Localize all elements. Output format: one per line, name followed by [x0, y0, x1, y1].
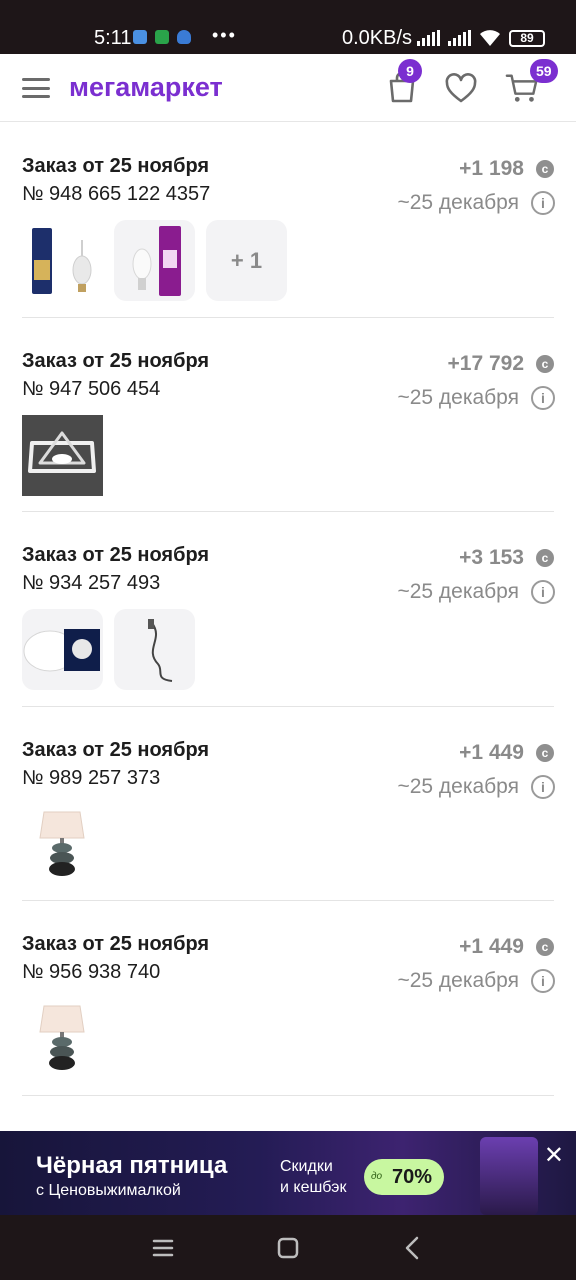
battery-icon: 89	[509, 30, 545, 47]
order-card[interactable]: Заказ от 25 ноября № 934 257 493 +3 153 …	[0, 512, 576, 707]
order-number: № 934 257 493	[22, 572, 161, 594]
heart-icon[interactable]	[444, 72, 478, 106]
bonus-icon: с	[536, 160, 554, 178]
order-number: № 948 665 122 4357	[22, 183, 211, 205]
order-bonus: +3 153	[459, 546, 524, 569]
home-icon[interactable]	[273, 1233, 303, 1263]
more-notifications: •••	[212, 25, 237, 45]
system-nav-bar	[0, 1215, 576, 1280]
network-speed: 0.0KB/s	[342, 27, 413, 49]
order-bonus: +1 198	[459, 157, 524, 180]
phone-icon	[155, 30, 169, 44]
info-icon[interactable]: i	[531, 580, 555, 604]
cart-badge: 59	[530, 59, 558, 83]
order-title: Заказ от 25 ноября	[22, 933, 210, 955]
order-card[interactable]: Заказ от 25 ноября № 956 938 740 +1 449 …	[0, 901, 576, 1096]
product-thumbnail[interactable]	[22, 998, 103, 1079]
order-thumbnails	[22, 414, 103, 496]
discount-prefix: до	[371, 1171, 383, 1182]
bonus-icon: с	[536, 938, 554, 956]
info-icon[interactable]: i	[531, 969, 555, 993]
product-thumbnail[interactable]	[114, 609, 195, 690]
back-icon[interactable]	[398, 1233, 428, 1263]
status-bar: 5:11 ••• 0.0KB/s 89	[0, 0, 576, 54]
product-thumbnail[interactable]	[22, 609, 103, 690]
order-delivery-date: ~25 декабря	[397, 385, 519, 409]
product-thumbnail[interactable]	[22, 414, 103, 496]
banner-title: Чёрная пятница	[36, 1152, 228, 1179]
order-thumbnails	[22, 803, 103, 885]
signal-icon-2	[448, 30, 471, 46]
product-thumbnail[interactable]	[22, 803, 103, 885]
order-card[interactable]: Заказ от 25 ноября № 947 506 454 +17 792…	[0, 318, 576, 513]
order-thumbnails	[22, 998, 103, 1079]
order-delivery-date: ~25 декабря	[397, 191, 519, 214]
order-thumbnails: + 1	[22, 220, 287, 301]
banner-line-2: и кешбэк	[280, 1179, 347, 1196]
info-icon[interactable]: i	[531, 191, 555, 215]
order-card[interactable]: Заказ от 25 ноября № 948 665 122 4357 +1…	[0, 123, 576, 318]
logo[interactable]: мегамаркет	[69, 72, 223, 103]
order-title: Заказ от 25 ноября	[22, 738, 210, 761]
order-number: № 956 938 740	[22, 961, 161, 983]
order-delivery-date: ~25 декабря	[397, 580, 519, 603]
order-title: Заказ от 25 ноября	[22, 155, 210, 177]
order-bonus: +1 449	[459, 740, 524, 764]
banner-line-1: Скидки	[280, 1158, 333, 1175]
close-icon[interactable]: ✕	[544, 1141, 564, 1170]
order-delivery-date: ~25 декабря	[397, 774, 519, 798]
more-items[interactable]: + 1	[206, 220, 287, 301]
order-thumbnails	[22, 609, 195, 690]
bonus-icon: с	[536, 549, 554, 567]
app-header: мегамаркет 9 59	[0, 54, 576, 122]
message-icon	[133, 30, 147, 44]
notification-icons	[133, 30, 191, 44]
banner-product-image	[480, 1137, 538, 1215]
order-number: № 947 506 454	[22, 377, 161, 400]
order-title: Заказ от 25 ноября	[22, 544, 210, 566]
banner-subtitle: с Ценовыжималкой	[36, 1182, 181, 1199]
order-bonus: +1 449	[459, 935, 524, 958]
info-icon[interactable]: i	[531, 385, 555, 410]
menu-icon[interactable]	[22, 78, 50, 98]
order-bonus: +17 792	[447, 351, 525, 375]
status-time: 5:11	[94, 27, 132, 49]
product-thumbnail[interactable]	[114, 220, 195, 301]
recent-apps-icon[interactable]	[148, 1233, 178, 1263]
promo-banner[interactable]: Чёрная пятница с Ценовыжималкой Скидки и…	[0, 1131, 576, 1215]
bonus-icon: с	[536, 354, 554, 373]
product-thumbnail[interactable]	[22, 220, 103, 301]
bag-badge: 9	[398, 59, 422, 83]
shield-icon	[177, 30, 191, 44]
bonus-icon: с	[536, 743, 554, 762]
wifi-icon	[480, 30, 500, 46]
orders-list: Заказ от 25 ноября № 948 665 122 4357 +1…	[0, 123, 576, 1096]
order-number: № 989 257 373	[22, 766, 161, 789]
signal-icon	[417, 30, 440, 46]
order-card[interactable]: Заказ от 25 ноября № 989 257 373 +1 449 …	[0, 707, 576, 902]
order-title: Заказ от 25 ноября	[22, 349, 210, 372]
info-icon[interactable]: i	[531, 774, 555, 799]
order-delivery-date: ~25 декабря	[397, 969, 519, 992]
